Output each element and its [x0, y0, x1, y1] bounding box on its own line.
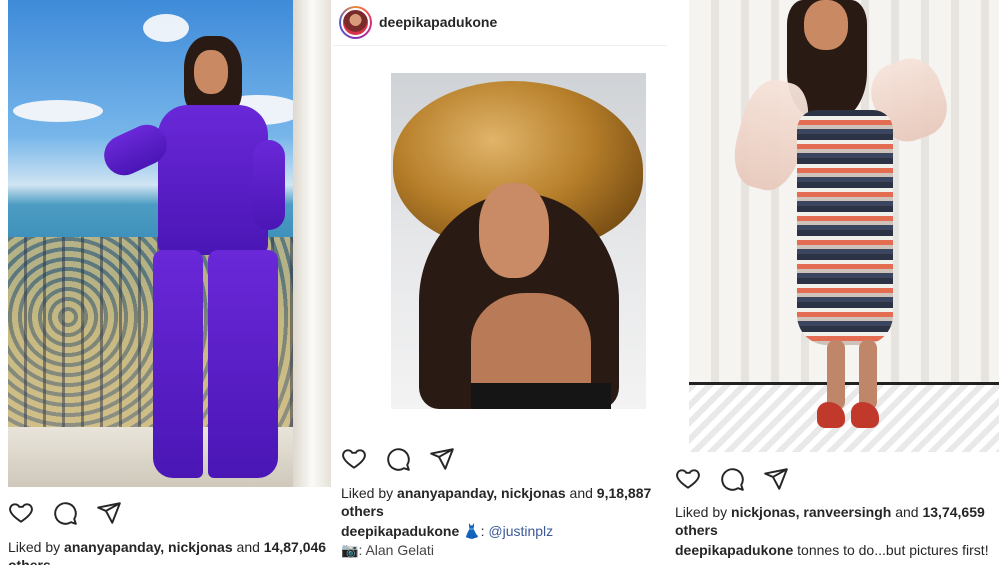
purple-sleeve: [253, 140, 285, 230]
striped-dress: [797, 110, 893, 345]
likes-line: Liked by ananyapanday, nickjonas and 9,1…: [341, 484, 663, 520]
post-right-photo[interactable]: [689, 0, 999, 452]
likes-others[interactable]: others: [675, 522, 718, 538]
comment-icon[interactable]: [52, 500, 78, 526]
post-right: Liked by nickjonas, ranveersingh and 13,…: [667, 0, 1000, 565]
post-username[interactable]: deepikapadukone: [379, 14, 497, 30]
likes-and: and: [232, 539, 264, 555]
liked-users[interactable]: nickjonas, ranveersingh: [731, 504, 891, 520]
liked-users[interactable]: ananyapanday, nickjonas: [397, 485, 566, 501]
leg: [859, 340, 877, 410]
likes-others[interactable]: others: [8, 557, 51, 565]
caption-mention[interactable]: @justinplz: [488, 523, 553, 539]
photo-credit: 📷: Alan Gelati: [341, 541, 434, 559]
face: [804, 0, 848, 50]
likes-prefix: Liked by: [675, 504, 732, 520]
cloud: [13, 100, 103, 122]
pillar: [293, 0, 331, 487]
post-actions: [341, 446, 455, 472]
share-icon[interactable]: [763, 466, 789, 492]
camera-emoji: 📷: [341, 542, 359, 558]
share-icon[interactable]: [96, 500, 122, 526]
post-caption: deepikapadukone 👗: @justinplz: [341, 522, 553, 540]
post-left: Liked by ananyapanday, nickjonas and 14,…: [0, 0, 333, 565]
likes-line: Liked by ananyapanday, nickjonas and 14,…: [8, 538, 333, 556]
liked-users[interactable]: ananyapanday, nickjonas: [64, 539, 233, 555]
purple-blazer: [158, 105, 268, 255]
likes-and: and: [565, 485, 597, 501]
post-middle: deepikapadukone Liked by ananyapanday, n…: [333, 0, 667, 565]
credit-text: : Alan Gelati: [358, 542, 434, 558]
post-left-photo[interactable]: [8, 0, 331, 487]
face: [479, 183, 549, 278]
heart-icon[interactable]: [341, 446, 367, 472]
face: [194, 50, 228, 94]
post-actions: [675, 466, 789, 492]
caption-username[interactable]: deepikapadukone: [341, 523, 459, 539]
likes-others[interactable]: others: [341, 503, 384, 519]
caption-text: tonnes to do...but pictures first!: [793, 542, 989, 558]
likes-and: and: [891, 504, 923, 520]
share-icon[interactable]: [429, 446, 455, 472]
heart-icon[interactable]: [675, 466, 701, 492]
likes-count[interactable]: 9,18,887: [597, 485, 652, 501]
likes-count[interactable]: 13,74,659: [922, 504, 984, 520]
likes-prefix: Liked by: [8, 539, 65, 555]
likes-line: Liked by nickjonas, ranveersingh and 13,…: [675, 503, 997, 539]
leg: [827, 340, 845, 410]
avatar[interactable]: [339, 6, 372, 39]
likes-overflow: others: [8, 556, 51, 565]
comment-icon[interactable]: [719, 466, 745, 492]
dress-emoji: 👗: [463, 523, 481, 539]
cloud: [143, 14, 189, 42]
likes-prefix: Liked by: [341, 485, 398, 501]
post-middle-photo[interactable]: [391, 73, 646, 409]
comment-icon[interactable]: [385, 446, 411, 472]
caption-username[interactable]: deepikapadukone: [675, 542, 793, 558]
post-header: deepikapadukone: [333, 0, 667, 46]
black-top: [471, 383, 611, 409]
purple-trousers: [208, 250, 278, 478]
purple-trousers: [153, 250, 203, 478]
heart-icon[interactable]: [8, 500, 34, 526]
likes-count[interactable]: 14,87,046: [264, 539, 326, 555]
post-actions: [8, 500, 122, 526]
post-caption: deepikapadukone tonnes to do...but pictu…: [675, 541, 989, 559]
